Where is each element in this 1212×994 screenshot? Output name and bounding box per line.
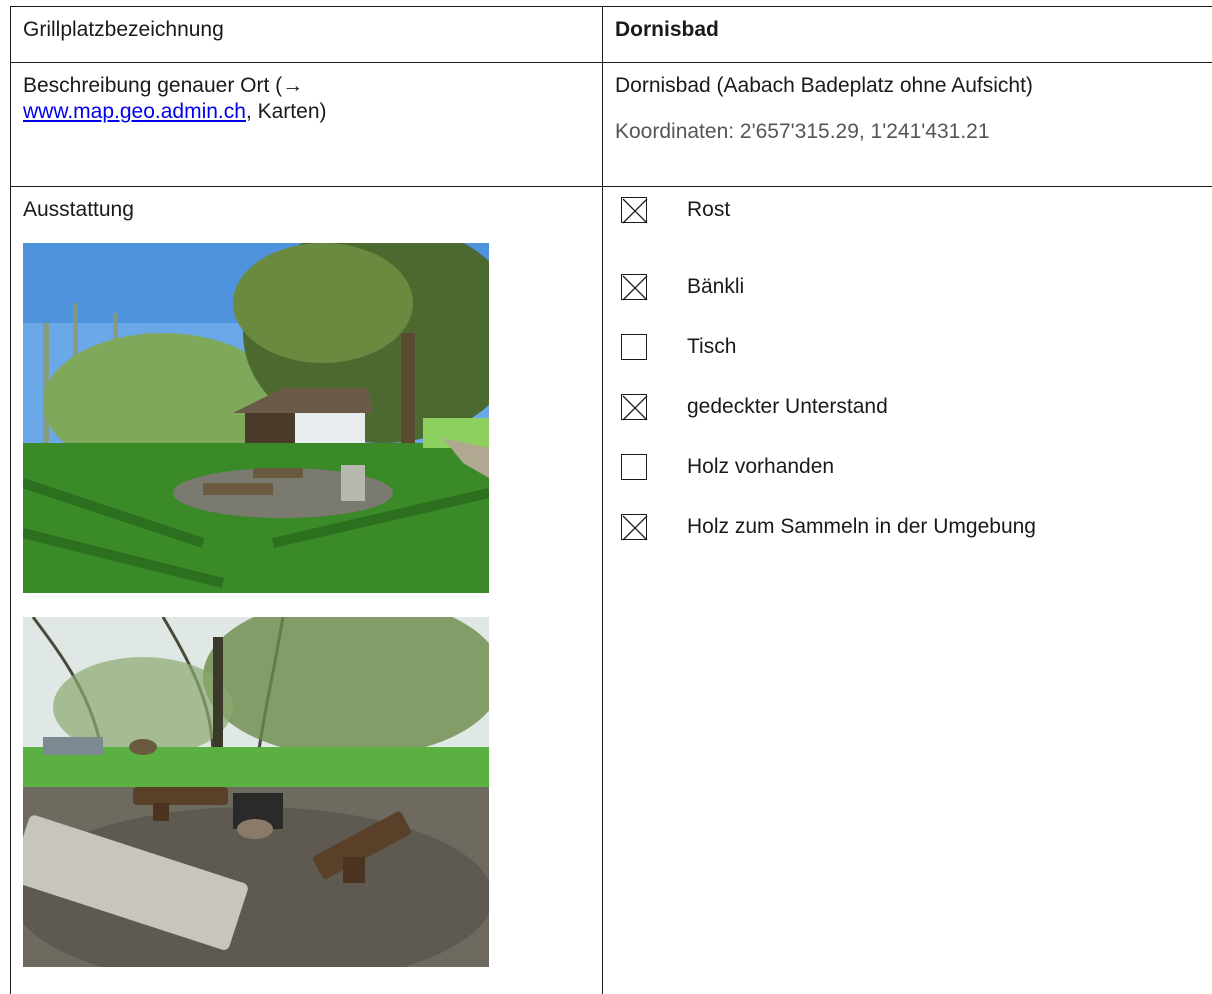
grillplatz-table: Grillplatzbezeichnung Dornisbad Beschrei…	[10, 6, 1212, 994]
name-label: Grillplatzbezeichnung	[23, 18, 224, 41]
checkbox-unterstand[interactable]	[621, 394, 648, 421]
checkbox-tisch[interactable]	[621, 334, 647, 360]
check-label-tisch: Tisch	[687, 335, 737, 358]
check-label-holz-sammeln: Holz zum Sammeln in der Umgebung	[687, 515, 1036, 538]
location-label-prefix: Beschreibung genauer Ort (→	[23, 74, 304, 97]
equipment-label-cell: Ausstattung	[10, 186, 603, 994]
coordinates-text: Koordinaten: 2'657'315.29, 1'241'431.21	[615, 120, 990, 143]
check-label-unterstand: gedeckter Unterstand	[687, 395, 888, 418]
name-value-cell: Dornisbad	[602, 6, 1212, 63]
location-value-cell: Dornisbad (Aabach Badeplatz ohne Aufsich…	[602, 62, 1212, 187]
equipment-checklist: Rost Bänkli Tisch gedeckter Unterstand H…	[615, 197, 1201, 557]
checkbox-holz-sammeln[interactable]	[621, 514, 648, 541]
check-label-baenkli: Bänkli	[687, 275, 745, 298]
check-item-holz-vorhanden: Holz vorhanden	[615, 437, 1201, 497]
photo-grill-shelter	[23, 243, 489, 593]
row-location: Beschreibung genauer Ort (→ www.map.geo.…	[10, 62, 1212, 187]
check-label-holz-vorhanden: Holz vorhanden	[687, 455, 835, 478]
name-label-cell: Grillplatzbezeichnung	[10, 6, 603, 63]
check-item-rost: Rost	[615, 197, 1201, 227]
equipment-label: Ausstattung	[23, 198, 134, 221]
row-equipment: Ausstattung Rost Bänkli Tisch gedeckter …	[10, 186, 1212, 994]
map-link[interactable]: www.map.geo.admin.ch	[23, 100, 246, 123]
location-label-suffix: , Karten)	[245, 100, 327, 123]
checked-x-icon	[622, 275, 648, 301]
checked-x-icon	[622, 515, 648, 541]
checkbox-holz-vorhanden[interactable]	[621, 454, 647, 480]
photo-fire-pit	[23, 617, 489, 967]
check-item-unterstand: gedeckter Unterstand	[615, 377, 1201, 437]
checkbox-rost[interactable]	[621, 197, 648, 224]
check-item-holz-sammeln: Holz zum Sammeln in der Umgebung	[615, 497, 1201, 557]
equipment-value-cell: Rost Bänkli Tisch gedeckter Unterstand H…	[602, 186, 1212, 994]
location-label-cell: Beschreibung genauer Ort (→ www.map.geo.…	[10, 62, 603, 187]
check-item-baenkli: Bänkli	[615, 257, 1201, 317]
checkbox-baenkli[interactable]	[621, 274, 648, 301]
check-item-tisch: Tisch	[615, 317, 1201, 377]
checked-x-icon	[622, 198, 648, 224]
row-name: Grillplatzbezeichnung Dornisbad	[10, 6, 1212, 63]
name-value: Dornisbad	[615, 18, 719, 41]
location-value: Dornisbad (Aabach Badeplatz ohne Aufsich…	[615, 74, 1033, 97]
check-label-rost: Rost	[687, 198, 731, 221]
checked-x-icon	[622, 395, 648, 421]
